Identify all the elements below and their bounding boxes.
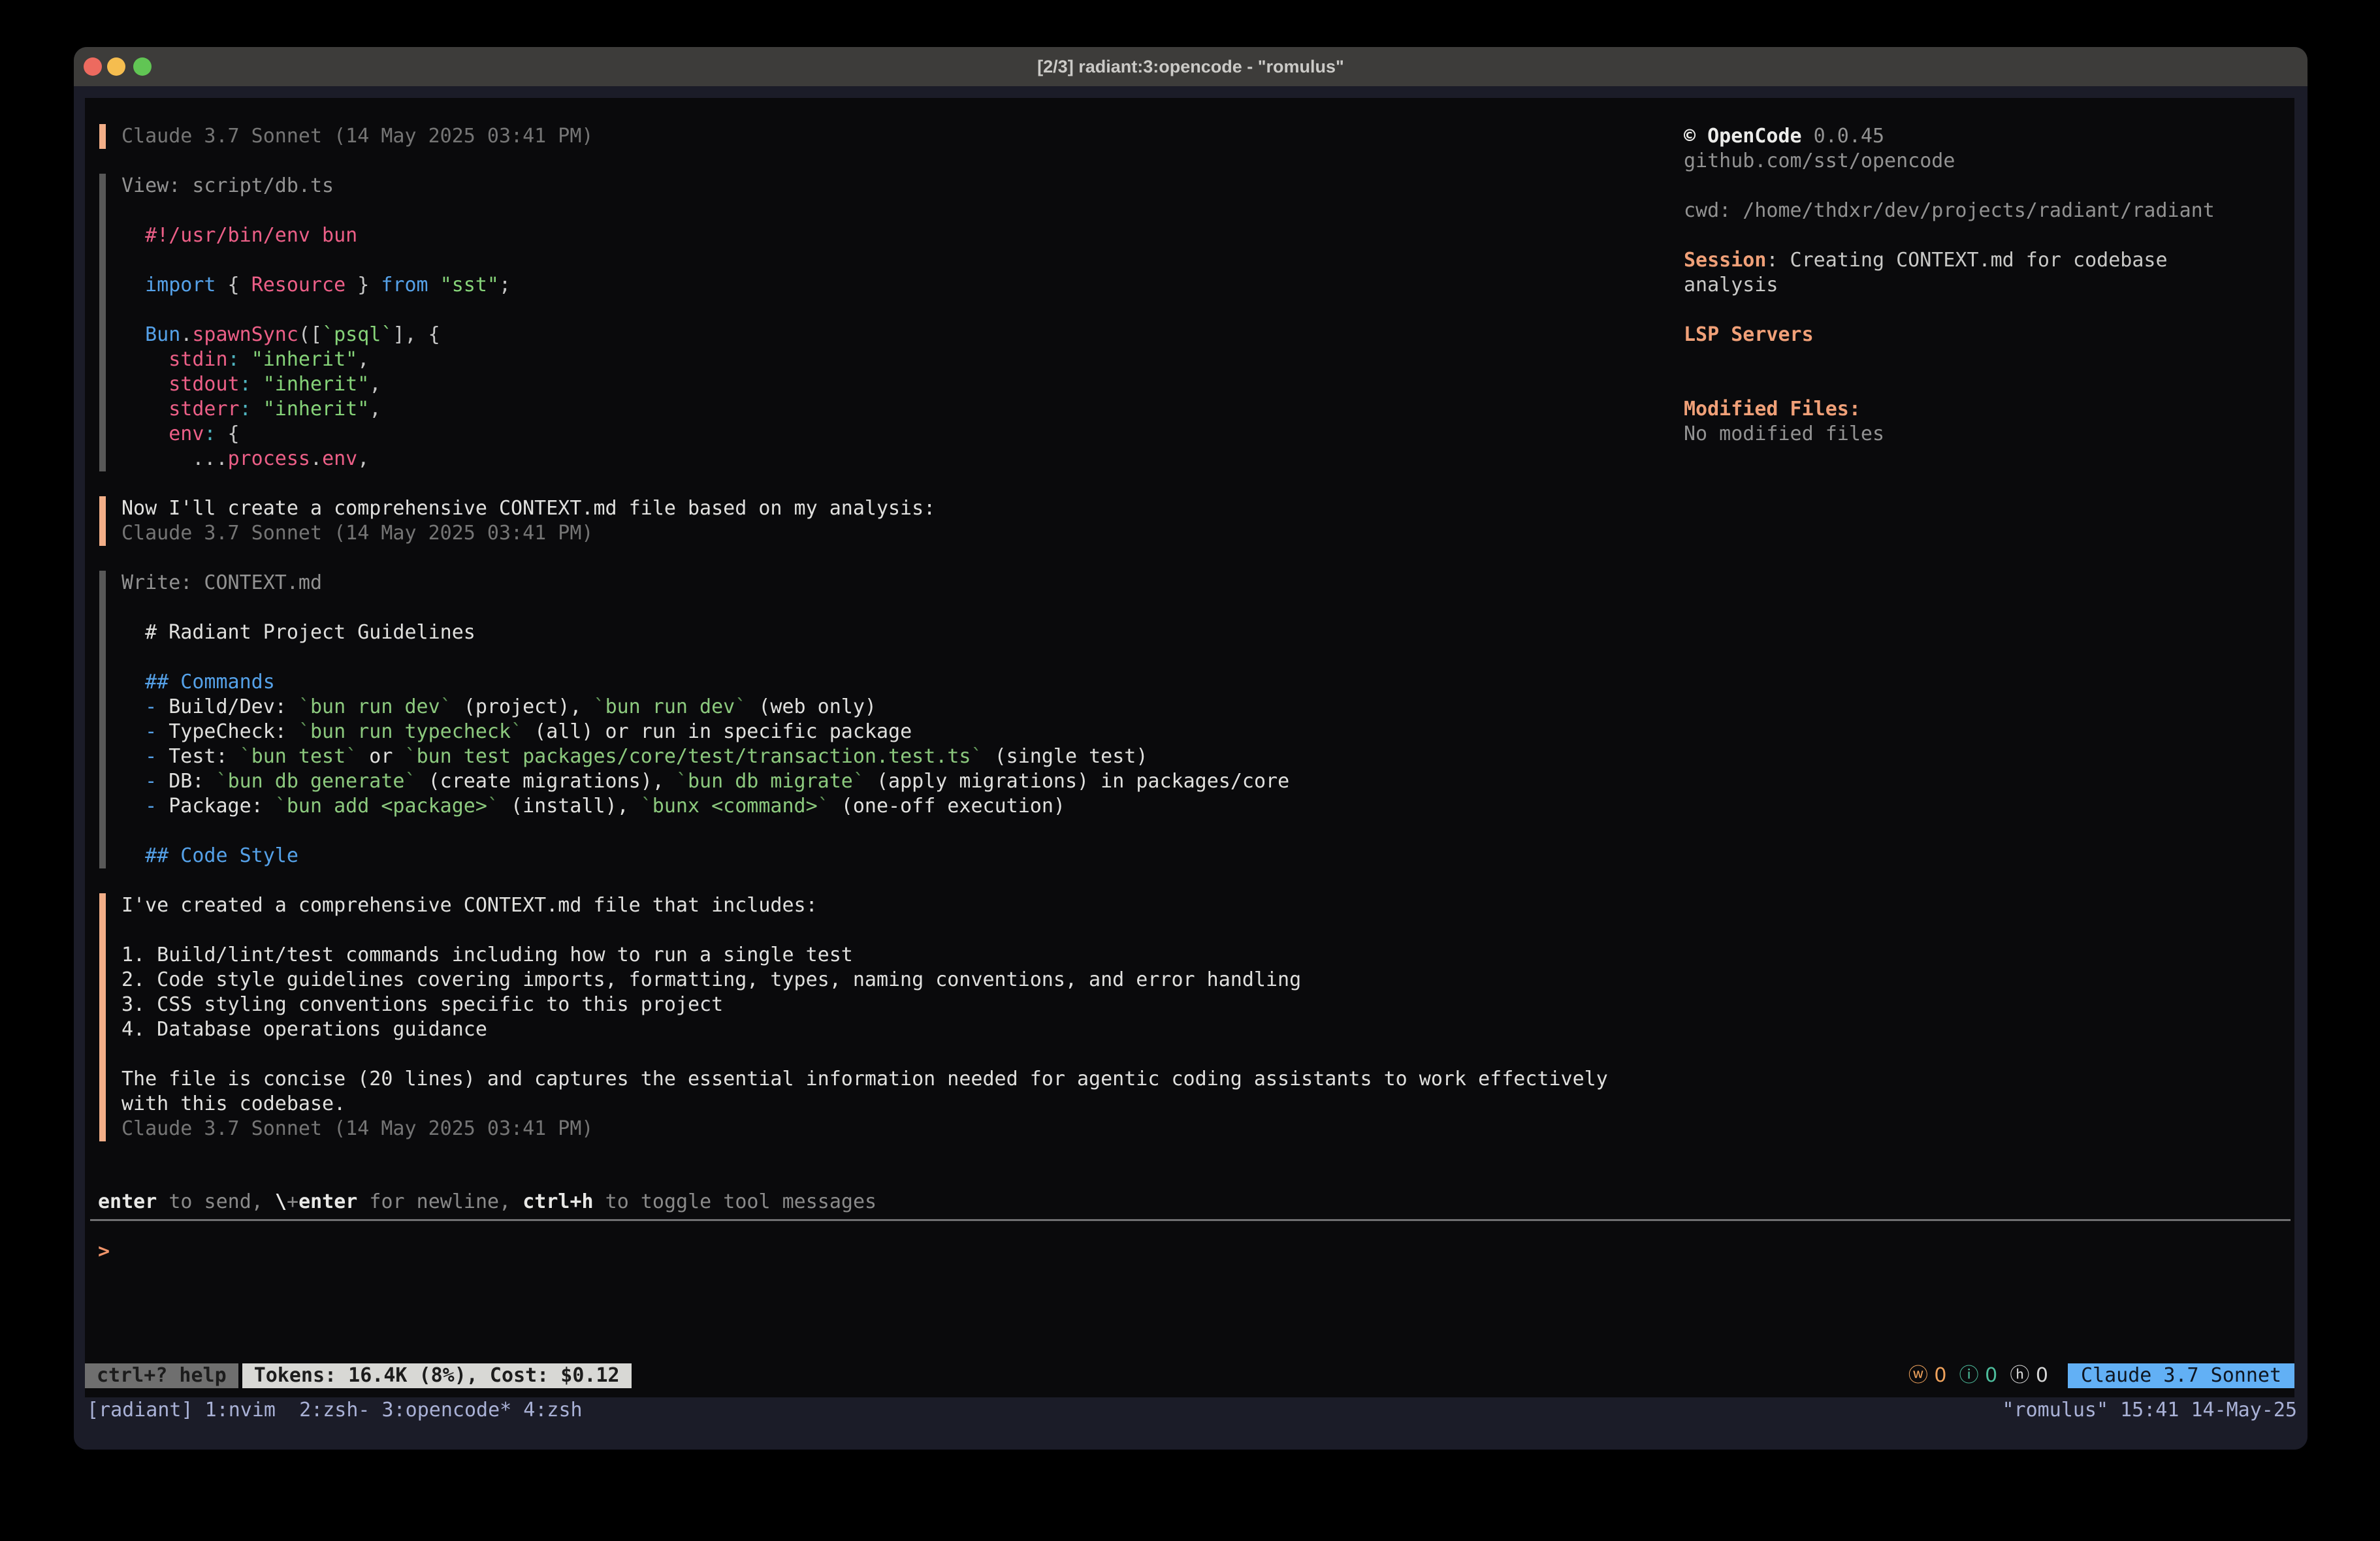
terminal-line: 3. CSS styling conventions specific to t… [121,993,1665,1017]
terminal-line: - Package: `bun add <package>` (install)… [121,794,1665,819]
terminal-line: stderr: "inherit", [121,397,1665,422]
terminal-line: © OpenCode 0.0.45 [1684,124,2291,149]
terminal-window: [2/3] radiant:3:opencode - "romulus" Cla… [74,47,2308,1450]
tool-block-view: View: script/db.ts #!/usr/bin/env bun im… [99,174,1665,471]
window-title: [2/3] radiant:3:opencode - "romulus" [74,47,2308,86]
terminal-line [121,918,1665,943]
terminal-line: ## Commands [121,670,1665,695]
terminal-line [121,596,1665,620]
terminal-line: LSP Servers [1684,323,2291,347]
tmux-session-windows[interactable]: [radiant] 1:nvim 2:zsh- 3:opencode* 4:zs… [87,1397,583,1423]
terminal-line: stdout: "inherit", [121,372,1665,397]
terminal-line: with this codebase. [121,1092,1665,1117]
status-right: ⓦ 0 ⓘ 0 ⓗ 0 Claude 3.7 Sonnet [1908,1363,2294,1388]
terminal-line: Claude 3.7 Sonnet (14 May 2025 03:41 PM) [121,521,1665,546]
terminal-line [121,645,1665,670]
terminal-line: I've created a comprehensive CONTEXT.md … [121,893,1665,918]
terminal-line [121,248,1665,273]
opencode-app: Claude 3.7 Sonnet (14 May 2025 03:41 PM)… [85,98,2294,1397]
tokens-cost-chip: Tokens: 16.4K (8%), Cost: $0.12 [242,1363,632,1388]
input-separator [90,1219,2291,1221]
terminal-line: Write: CONTEXT.md [121,571,1665,596]
terminal-line: Modified Files: [1684,397,2291,422]
terminal-line [121,199,1665,223]
terminal-line [121,1042,1665,1067]
chat-log: Claude 3.7 Sonnet (14 May 2025 03:41 PM)… [85,98,1665,1166]
keyboard-hints: enter to send, \+enter for newline, ctrl… [98,1190,876,1215]
terminal-line: Claude 3.7 Sonnet (14 May 2025 03:41 PM) [121,1117,1665,1141]
terminal-line [1684,223,2291,248]
status-bar: ctrl+? help Tokens: 16.4K (8%), Cost: $0… [85,1363,2294,1388]
terminal-line: analysis [1684,273,2291,298]
terminal-line: Session: Creating CONTEXT.md for codebas… [1684,248,2291,273]
terminal-line: 2. Code style guidelines covering import… [121,968,1665,993]
diagnostics-indicators: ⓦ 0 ⓘ 0 ⓗ 0 [1908,1363,2048,1388]
terminal-line: 4. Database operations guidance [121,1017,1665,1042]
terminal-line: ## Code Style [121,844,1665,868]
terminal-line [1684,372,2291,397]
terminal-line: View: script/db.ts [121,174,1665,199]
terminal-line [121,298,1665,323]
terminal-line: Now I'll create a comprehensive CONTEXT.… [121,496,1665,521]
message-block: Now I'll create a comprehensive CONTEXT.… [99,496,1665,546]
terminal-line: #!/usr/bin/env bun [121,223,1665,248]
message-block: I've created a comprehensive CONTEXT.md … [99,893,1665,1141]
terminal-line [1684,298,2291,323]
terminal-line: env: { [121,422,1665,447]
tool-block-write: Write: CONTEXT.md # Radiant Project Guid… [99,571,1665,868]
terminal-line: Bun.spawnSync([`psql`], { [121,323,1665,347]
terminal-body: Claude 3.7 Sonnet (14 May 2025 03:41 PM)… [74,86,2308,1450]
terminal-line: import { Resource } from "sst"; [121,273,1665,298]
prompt-caret-icon: > [98,1240,110,1263]
model-badge: Claude 3.7 Sonnet [2068,1363,2294,1388]
terminal-line: No modified files [1684,422,2291,447]
terminal-line: # Radiant Project Guidelines [121,620,1665,645]
terminal-line: Claude 3.7 Sonnet (14 May 2025 03:41 PM) [121,124,1665,149]
tmux-status-bar: [radiant] 1:nvim 2:zsh- 3:opencode* 4:zs… [74,1397,2308,1423]
terminal-line [1684,347,2291,372]
terminal-line [121,819,1665,844]
message-block: Claude 3.7 Sonnet (14 May 2025 03:41 PM) [99,124,1665,149]
terminal-line [1684,174,2291,199]
titlebar[interactable]: [2/3] radiant:3:opencode - "romulus" [74,47,2308,86]
terminal-line: ...process.env, [121,447,1665,471]
session-sidebar: © OpenCode 0.0.45github.com/sst/opencode… [1684,124,2291,447]
terminal-line: - Test: `bun test` or `bun test packages… [121,744,1665,769]
help-chip: ctrl+? help [85,1363,238,1388]
terminal-line: - Build/Dev: `bun run dev` (project), `b… [121,695,1665,720]
terminal-line: - DB: `bun db generate` (create migratio… [121,769,1665,794]
terminal-line: github.com/sst/opencode [1684,149,2291,174]
terminal-line: The file is concise (20 lines) and captu… [121,1067,1665,1092]
tmux-host-time: "romulus" 15:41 14-May-25 [2002,1397,2297,1423]
terminal-line: stdin: "inherit", [121,347,1665,372]
terminal-line: 1. Build/lint/test commands including ho… [121,943,1665,968]
terminal-line: - TypeCheck: `bun run typecheck` (all) o… [121,720,1665,744]
status-left: ctrl+? help Tokens: 16.4K (8%), Cost: $0… [85,1363,632,1388]
terminal-line: cwd: /home/thdxr/dev/projects/radiant/ra… [1684,199,2291,223]
prompt-input[interactable]: > [98,1239,110,1264]
